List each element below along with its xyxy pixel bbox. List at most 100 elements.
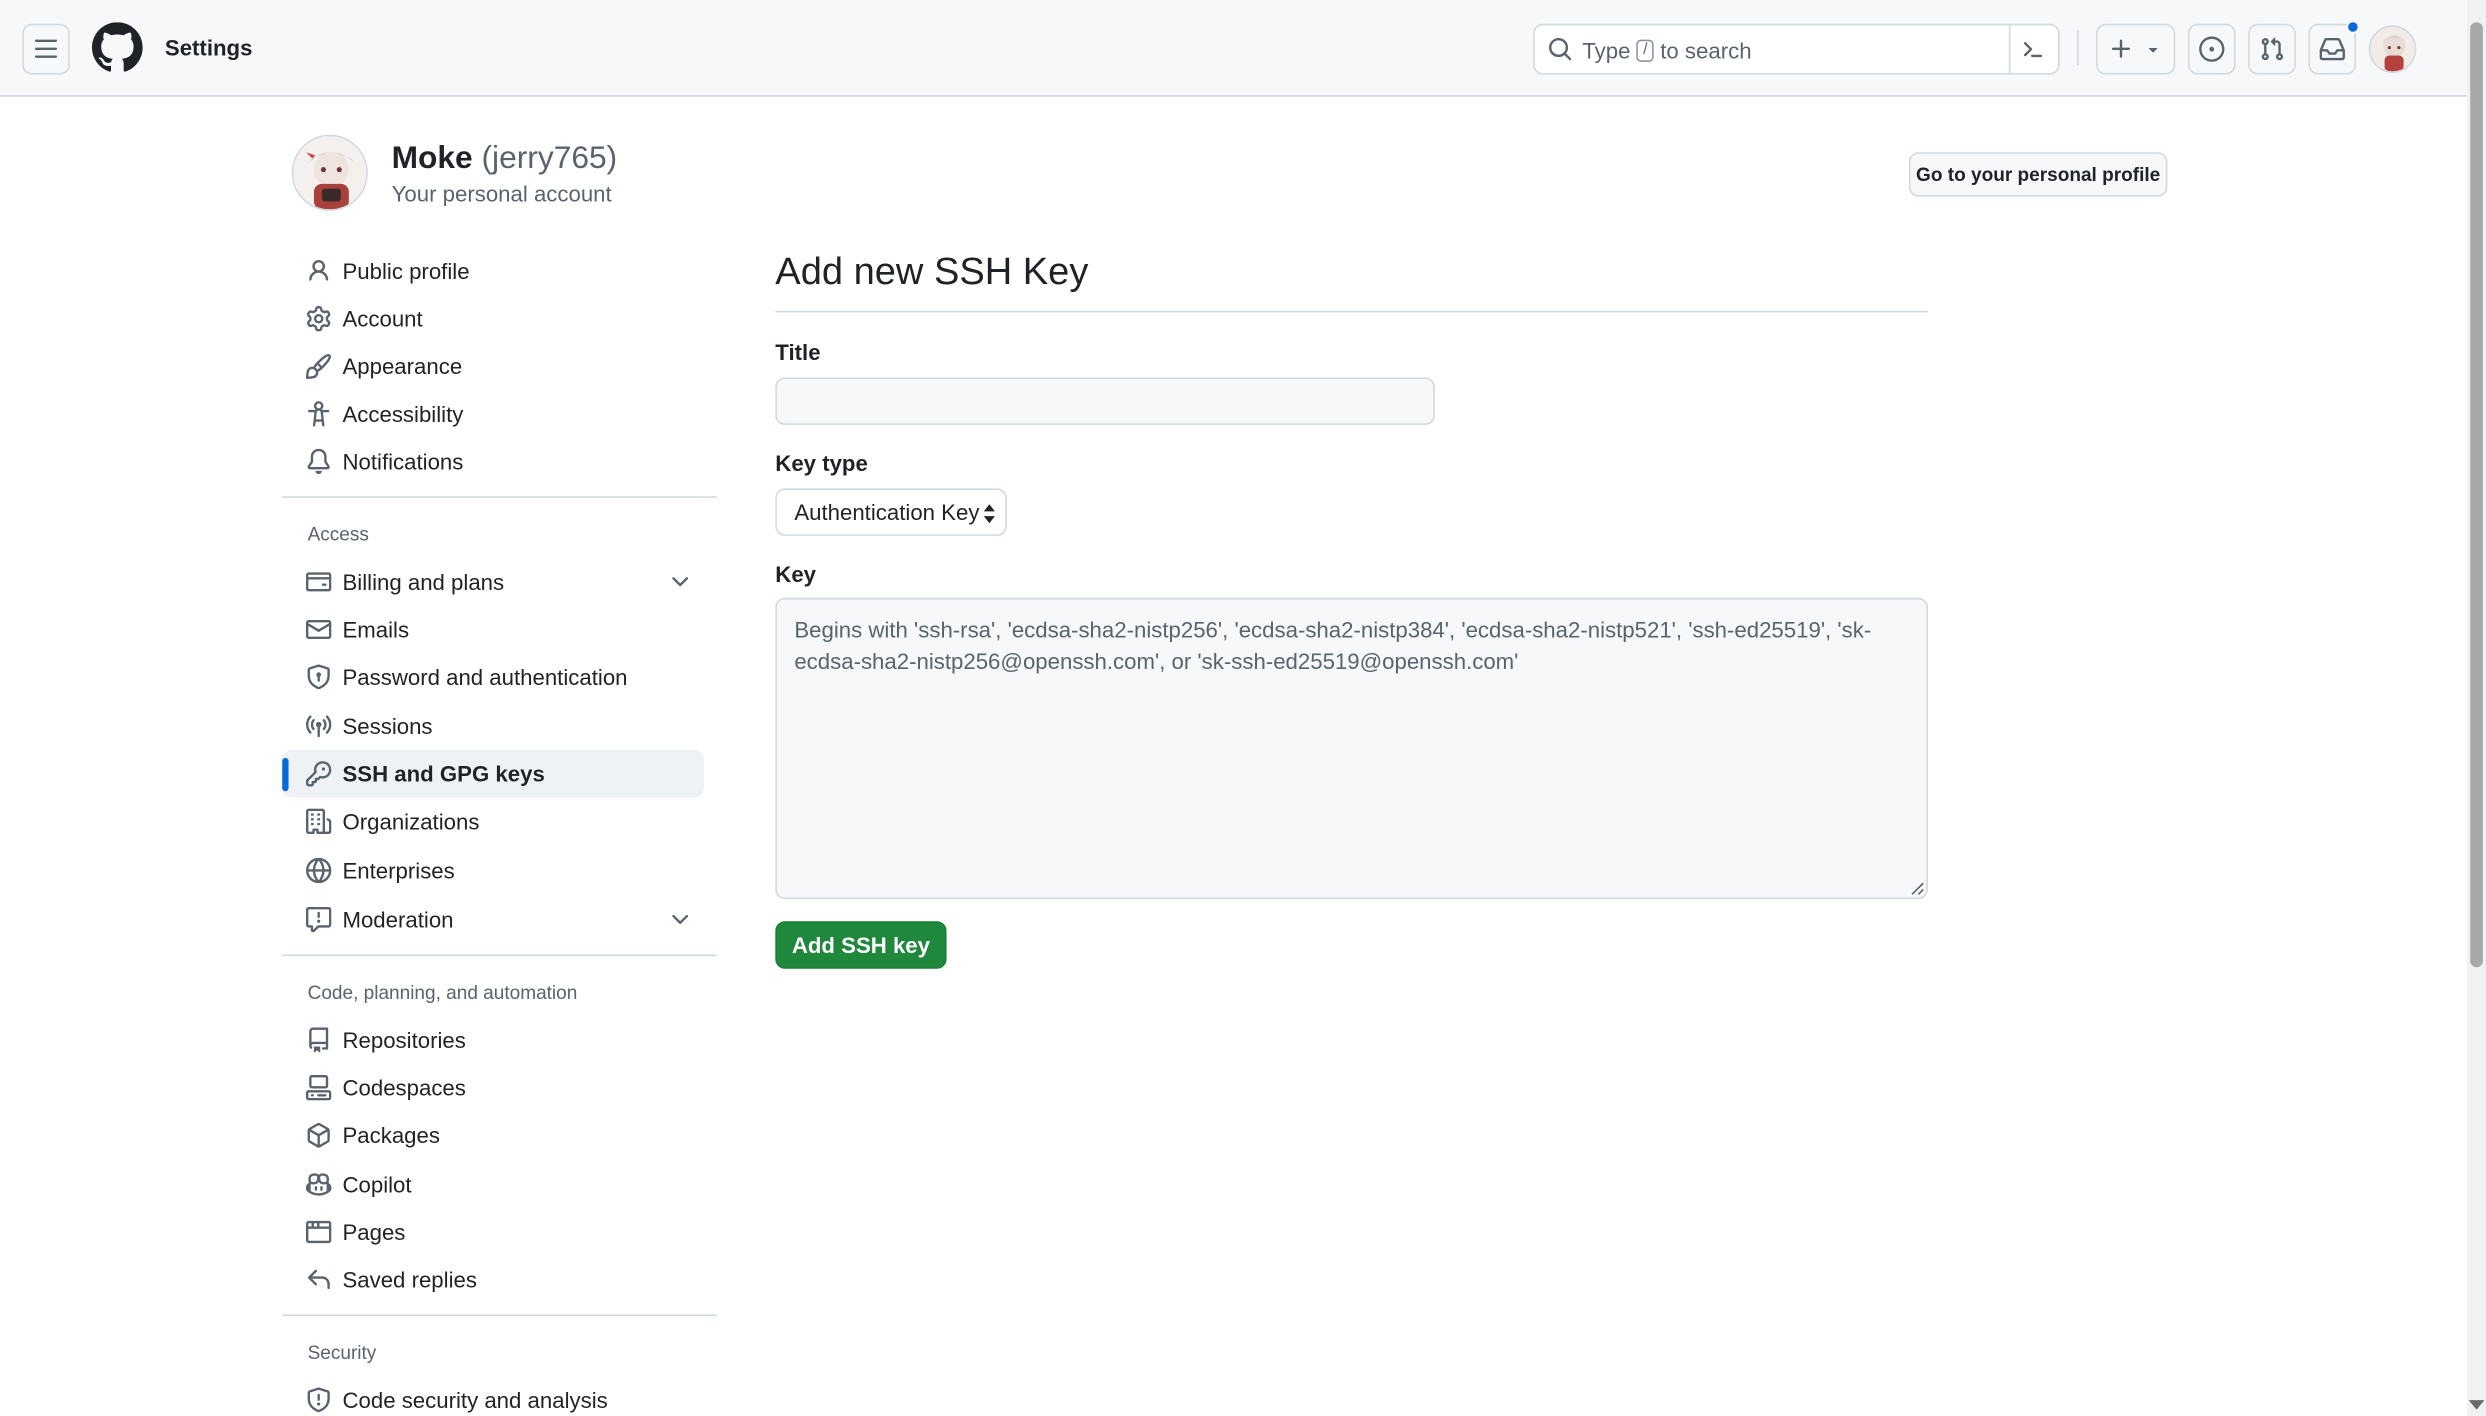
sidebar-item-label: Copilot [342, 1171, 412, 1198]
hamburger-icon [34, 39, 58, 58]
sidebar-item-appearance[interactable]: Appearance [282, 342, 704, 390]
sidebar-group-security: Security [307, 1341, 377, 1364]
resize-handle-icon[interactable] [1911, 882, 1925, 896]
key-type-value: Authentication Key [794, 499, 980, 525]
scrollbar-thumb[interactable] [2470, 22, 2483, 968]
sidebar-item-repositories[interactable]: Repositories [282, 1016, 704, 1064]
title-field[interactable] [775, 377, 1435, 425]
report-icon [306, 906, 332, 933]
sidebar-item-label: Accessibility [342, 401, 464, 427]
sidebar-item-code-security[interactable]: Code security and analysis [282, 1376, 704, 1416]
repo-icon [306, 1027, 331, 1053]
sidebar-item-enterprises[interactable]: Enterprises [282, 847, 704, 895]
sidebar-item-label: Packages [342, 1122, 440, 1148]
search-input[interactable]: Type / to search [1533, 23, 2060, 75]
pull-requests-button[interactable] [2248, 23, 2296, 75]
sidebar-item-accessibility[interactable]: Accessibility [282, 390, 704, 438]
sidebar-item-public-profile[interactable]: Public profile [282, 247, 704, 295]
sidebar-item-label: Moderation [342, 906, 454, 933]
sidebar-item-label: Pages [342, 1219, 406, 1245]
key-type-select[interactable]: Authentication Key [775, 488, 1007, 536]
accessibility-icon [306, 401, 331, 427]
title-label: Title [775, 339, 821, 365]
search-icon [1549, 38, 1572, 61]
sidebar-item-label: Public profile [342, 258, 470, 284]
sidebar-item-label: Code security and analysis [342, 1387, 608, 1413]
sidebar-item-label: Sessions [342, 713, 433, 739]
sidebar-item-copilot[interactable]: Copilot [282, 1161, 704, 1209]
sidebar-item-label: Appearance [342, 353, 463, 379]
search-divider [2008, 25, 2011, 73]
sidebar-divider [282, 496, 717, 498]
sidebar-item-pages[interactable]: Pages [282, 1208, 704, 1256]
sidebar-item-organizations[interactable]: Organizations [282, 798, 704, 846]
sidebar-divider [282, 1314, 717, 1317]
sidebar-item-ssh-gpg-keys[interactable]: SSH and GPG keys [282, 749, 704, 798]
sidebar-group-access: Access [307, 523, 369, 546]
header-separator [2077, 30, 2079, 66]
select-arrows-icon [983, 504, 995, 524]
sidebar-item-codespaces[interactable]: Codespaces [282, 1064, 704, 1112]
add-ssh-key-button[interactable]: Add SSH key [775, 921, 947, 969]
search-placeholder: Type / to search [1582, 38, 1751, 63]
profile-subtitle: Your personal account [391, 180, 612, 207]
shield-icon [306, 1387, 331, 1413]
sidebar-item-password-auth[interactable]: Password and authentication [282, 653, 704, 701]
create-new-button[interactable] [2096, 23, 2176, 75]
sidebar-item-label: Codespaces [342, 1075, 466, 1101]
paintbrush-icon [305, 353, 332, 379]
sidebar-item-billing[interactable]: Billing and plans [282, 558, 704, 606]
copilot-icon [306, 1172, 332, 1197]
inbox-icon [2319, 38, 2345, 61]
credit-card-icon [306, 569, 332, 594]
browser-icon [306, 1219, 332, 1244]
shield-lock-icon [306, 664, 331, 690]
github-logo-icon[interactable] [91, 22, 143, 73]
profile-login: (jerry765) [481, 141, 618, 177]
go-to-profile-button[interactable]: Go to your personal profile [1908, 152, 2168, 197]
profile-name: Moke (jerry765) [392, 141, 618, 177]
profile-avatar [291, 134, 368, 211]
command-palette-icon[interactable] [2018, 36, 2043, 61]
chevron-down-icon[interactable] [667, 569, 692, 594]
chevron-down-icon[interactable] [667, 907, 692, 932]
search-placeholder-suffix: to search [1660, 38, 1752, 64]
key-textarea[interactable] [775, 597, 1928, 900]
sidebar-group-code: Code, planning, and automation [307, 981, 578, 1004]
sidebar-item-label: Organizations [342, 808, 480, 835]
title-divider [775, 310, 1928, 313]
page-canvas: Settings Type / to search Moke (jerry765… [0, 0, 2486, 1416]
search-shortcut-key: / [1636, 39, 1654, 62]
person-icon [306, 258, 331, 283]
sidebar-item-moderation[interactable]: Moderation [282, 896, 704, 944]
key-icon [306, 761, 332, 787]
issues-button[interactable] [2187, 23, 2236, 75]
mail-icon [306, 617, 332, 642]
header-title[interactable]: Settings [165, 35, 253, 60]
sidebar-item-account[interactable]: Account [282, 295, 704, 343]
sidebar-item-sessions[interactable]: Sessions [282, 702, 704, 750]
sidebar-item-emails[interactable]: Emails [282, 606, 704, 654]
issue-opened-icon [2199, 36, 2225, 62]
sidebar-item-label: Password and authentication [342, 664, 628, 690]
sidebar-item-packages[interactable]: Packages [282, 1112, 704, 1160]
plus-icon [2111, 39, 2131, 58]
notification-indicator [2346, 20, 2360, 34]
profile-display-name: Moke [391, 141, 473, 177]
sidebar-item-label: Emails [342, 616, 410, 643]
sidebar-divider [282, 954, 717, 957]
sidebar-item-saved-replies[interactable]: Saved replies [282, 1256, 704, 1304]
package-icon [306, 1122, 331, 1148]
broadcast-icon [306, 714, 332, 739]
git-pull-request-icon [2261, 37, 2284, 61]
user-avatar[interactable] [2368, 25, 2417, 73]
sidebar-item-label: Billing and plans [342, 569, 505, 595]
scroll-down-arrow-icon[interactable] [2468, 1400, 2485, 1410]
reply-icon [306, 1267, 331, 1292]
sidebar-item-notifications[interactable]: Notifications [282, 438, 704, 486]
bell-icon [306, 448, 331, 475]
organization-icon [306, 808, 332, 835]
codespaces-icon [306, 1075, 332, 1101]
menu-button[interactable] [22, 23, 70, 75]
search-placeholder-prefix: Type [1582, 38, 1631, 64]
